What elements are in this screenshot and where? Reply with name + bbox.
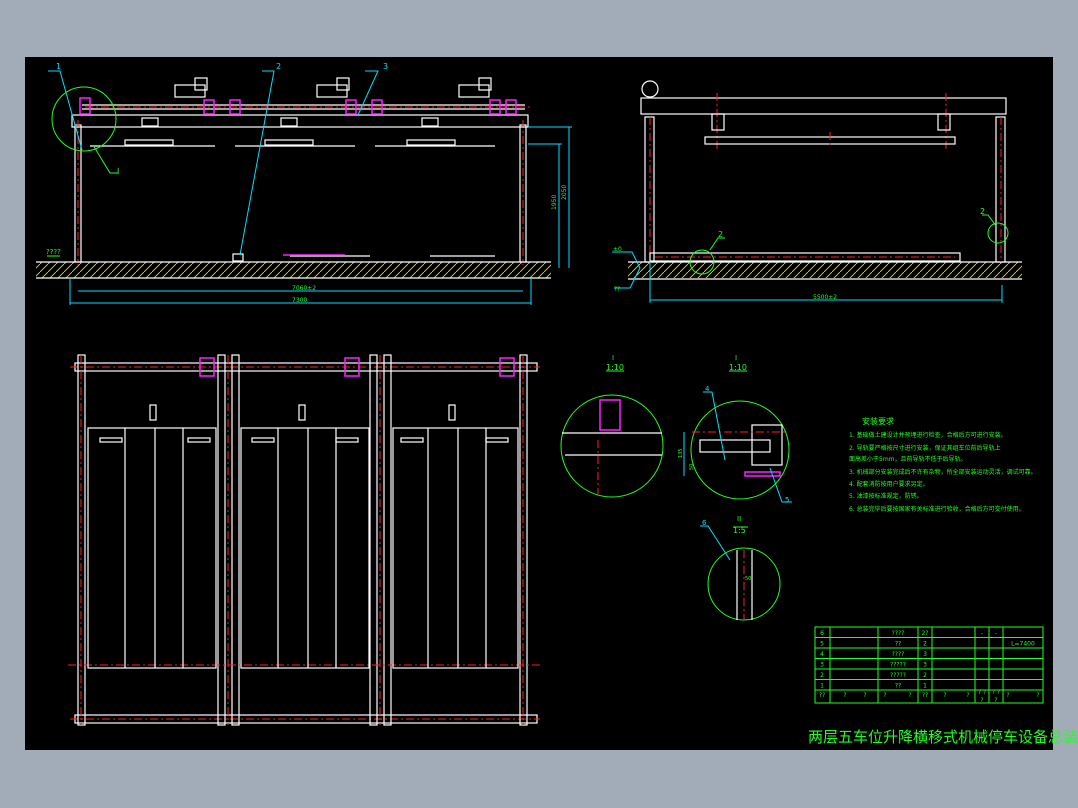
note-2-cont: 面高差小于5mm，且前导轨不低于后导轨。 [849,455,967,463]
detail-2-callout-5: 5 [785,496,789,504]
table-cell-no: 3 [820,662,824,669]
side-callout-2b: 2 [980,207,985,216]
table-cell-c1: - [981,630,983,637]
detail-2-dim-b: 50 [689,464,695,470]
table-cell-name: ????? [890,662,906,669]
table-header-cell: ?? [819,692,825,699]
table-cell-no: 1 [820,683,824,690]
note-5: 5. 油漆按标准规定，防锈。 [849,492,923,500]
ground-label: ???? [46,248,61,256]
detail-2-callout-4: 4 [705,385,710,393]
dim-side-width: 5500±2 [813,294,837,301]
table-header-cell: ? ? [992,689,1000,696]
table-header-cell: ? [1036,692,1039,699]
note-2: 2. 导轨要严格按尺寸进行安装，保证其组车位前后导轨上 [849,444,1001,452]
note-6: 6. 总装完毕后要按国家有关标准进行验收，合格后方可交付使用。 [849,505,1025,513]
detail-2-dim-a: 135 [678,448,684,458]
level-bottom: ?? [614,286,620,293]
notes-title: 安装要求 [862,416,894,426]
table-cell-name: ???? [892,630,905,637]
table-header-cell: ? [908,692,911,699]
table-header-cell: ? [843,692,846,699]
table-cell-c2: - [995,630,997,637]
dim-height-2: 2050 [561,185,568,200]
table-cell-no: 5 [820,641,824,648]
table-cell-no: 6 [820,630,824,637]
cad-viewport[interactable]: 1 2 3 I ???? 7060±2 7300 1950 2050 2 2 ±… [0,0,1078,808]
table-cell-no: 4 [820,651,824,658]
detail-1-mark: I [612,354,614,362]
table-cell-name: ???? [892,651,905,658]
table-cell-name: ????? [890,672,906,679]
callout-2: 2 [276,62,281,71]
table-header-cell: ? ? [978,689,986,696]
note-4: 4. 配套消防按用户要求另定。 [849,480,929,488]
table-header-cell: ? [994,697,997,704]
note-1: 1. 基础做土建设计并预埋进行检查，合格后方可进行安装。 [849,431,1007,439]
table-cell-name: ?? [895,641,901,648]
callout-3: 3 [383,62,388,71]
table-header-cell: ? [863,692,866,699]
table-cell-qty: 2 [923,641,927,648]
table-header-cell: ? [883,692,886,699]
ground-hatch [36,262,551,278]
table-cell-qty: 2? [921,630,928,637]
detail-3-scale: 1:5 [733,526,746,535]
dim-height-1: 1950 [551,195,558,210]
detail-callout-i: I [117,167,119,176]
detail-3-callout-6: 6 [702,519,707,527]
level-top: ±0 [613,246,622,253]
table-header-cell: ? [943,692,946,699]
detail-2-mark: I [735,354,737,362]
table-cell-qty: 3 [923,662,927,669]
table-cell-qty: 1 [923,683,927,690]
table-header-cell: ? [966,692,969,699]
table-header-cell: ?? [922,692,928,699]
detail-1-scale: 1:10 [606,363,624,372]
callout-1: 1 [56,62,61,71]
table-header-cell: ? [980,697,983,704]
table-cell-no: 2 [820,672,824,679]
dim-inner-width: 7060±2 [292,285,316,292]
dim-outer-width: 7300 [292,297,307,304]
note-3: 3. 机械部分安装完成后不许有杂物，所全部安装运动灵活，调试可靠。 [849,468,1037,476]
detail-3-mark: II [737,515,741,523]
drawing-title: 两层五车位升降横移式机械停车设备总装图 [808,728,1078,746]
table-cell-name: ?? [895,683,901,690]
detail-3-dim: 50 [745,576,751,582]
side-callout-2a: 2 [718,230,723,239]
table-cell-qty: 3 [923,651,927,658]
table-header-cell: ? [1006,692,1009,699]
table-cell-qty: 2 [923,672,927,679]
detail-2-scale: 1:10 [729,363,747,372]
table-cell-remark: L=7400 [1011,641,1035,648]
